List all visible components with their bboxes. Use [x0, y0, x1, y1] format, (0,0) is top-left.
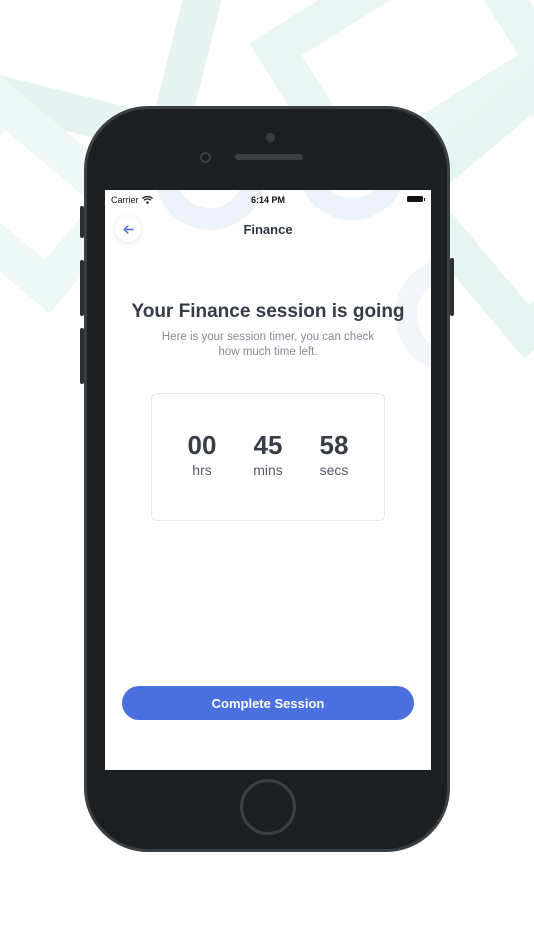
seconds-value: 58 [319, 430, 349, 460]
phone-screen: Carrier 6:14 PM Finance Your Finance ses… [105, 190, 431, 770]
status-time: 6:14 PM [250, 195, 285, 205]
minutes-label: mins [253, 462, 283, 478]
hours-value: 00 [187, 430, 217, 460]
seconds-label: secs [319, 462, 349, 478]
navigation-bar: Finance [105, 212, 431, 252]
page-title: Finance [243, 222, 293, 237]
minutes-value: 45 [253, 430, 283, 460]
timer-seconds: 58 secs [304, 430, 364, 478]
hours-label: hrs [192, 462, 212, 478]
timer-minutes: 45 mins [238, 430, 298, 478]
session-subtitle: Here is your session timer, you can chec… [161, 331, 375, 358]
power-button [450, 258, 454, 316]
timer-hours: 00 hrs [172, 430, 232, 478]
proximity-sensor [200, 152, 211, 163]
home-button[interactable] [240, 779, 296, 835]
status-bar: Carrier 6:14 PM [105, 190, 431, 210]
complete-session-button[interactable]: Complete Session [122, 686, 414, 720]
front-camera [266, 133, 275, 142]
battery-icon [407, 196, 425, 202]
app-store-screenshot: Carrier 6:14 PM Finance Your Finance ses… [0, 0, 534, 950]
earpiece-speaker [235, 154, 303, 160]
session-timer-card: 00 hrs 45 mins 58 secs [151, 393, 385, 521]
phone-frame: Carrier 6:14 PM Finance Your Finance ses… [84, 106, 450, 852]
session-heading: Your Finance session is going [131, 301, 405, 322]
